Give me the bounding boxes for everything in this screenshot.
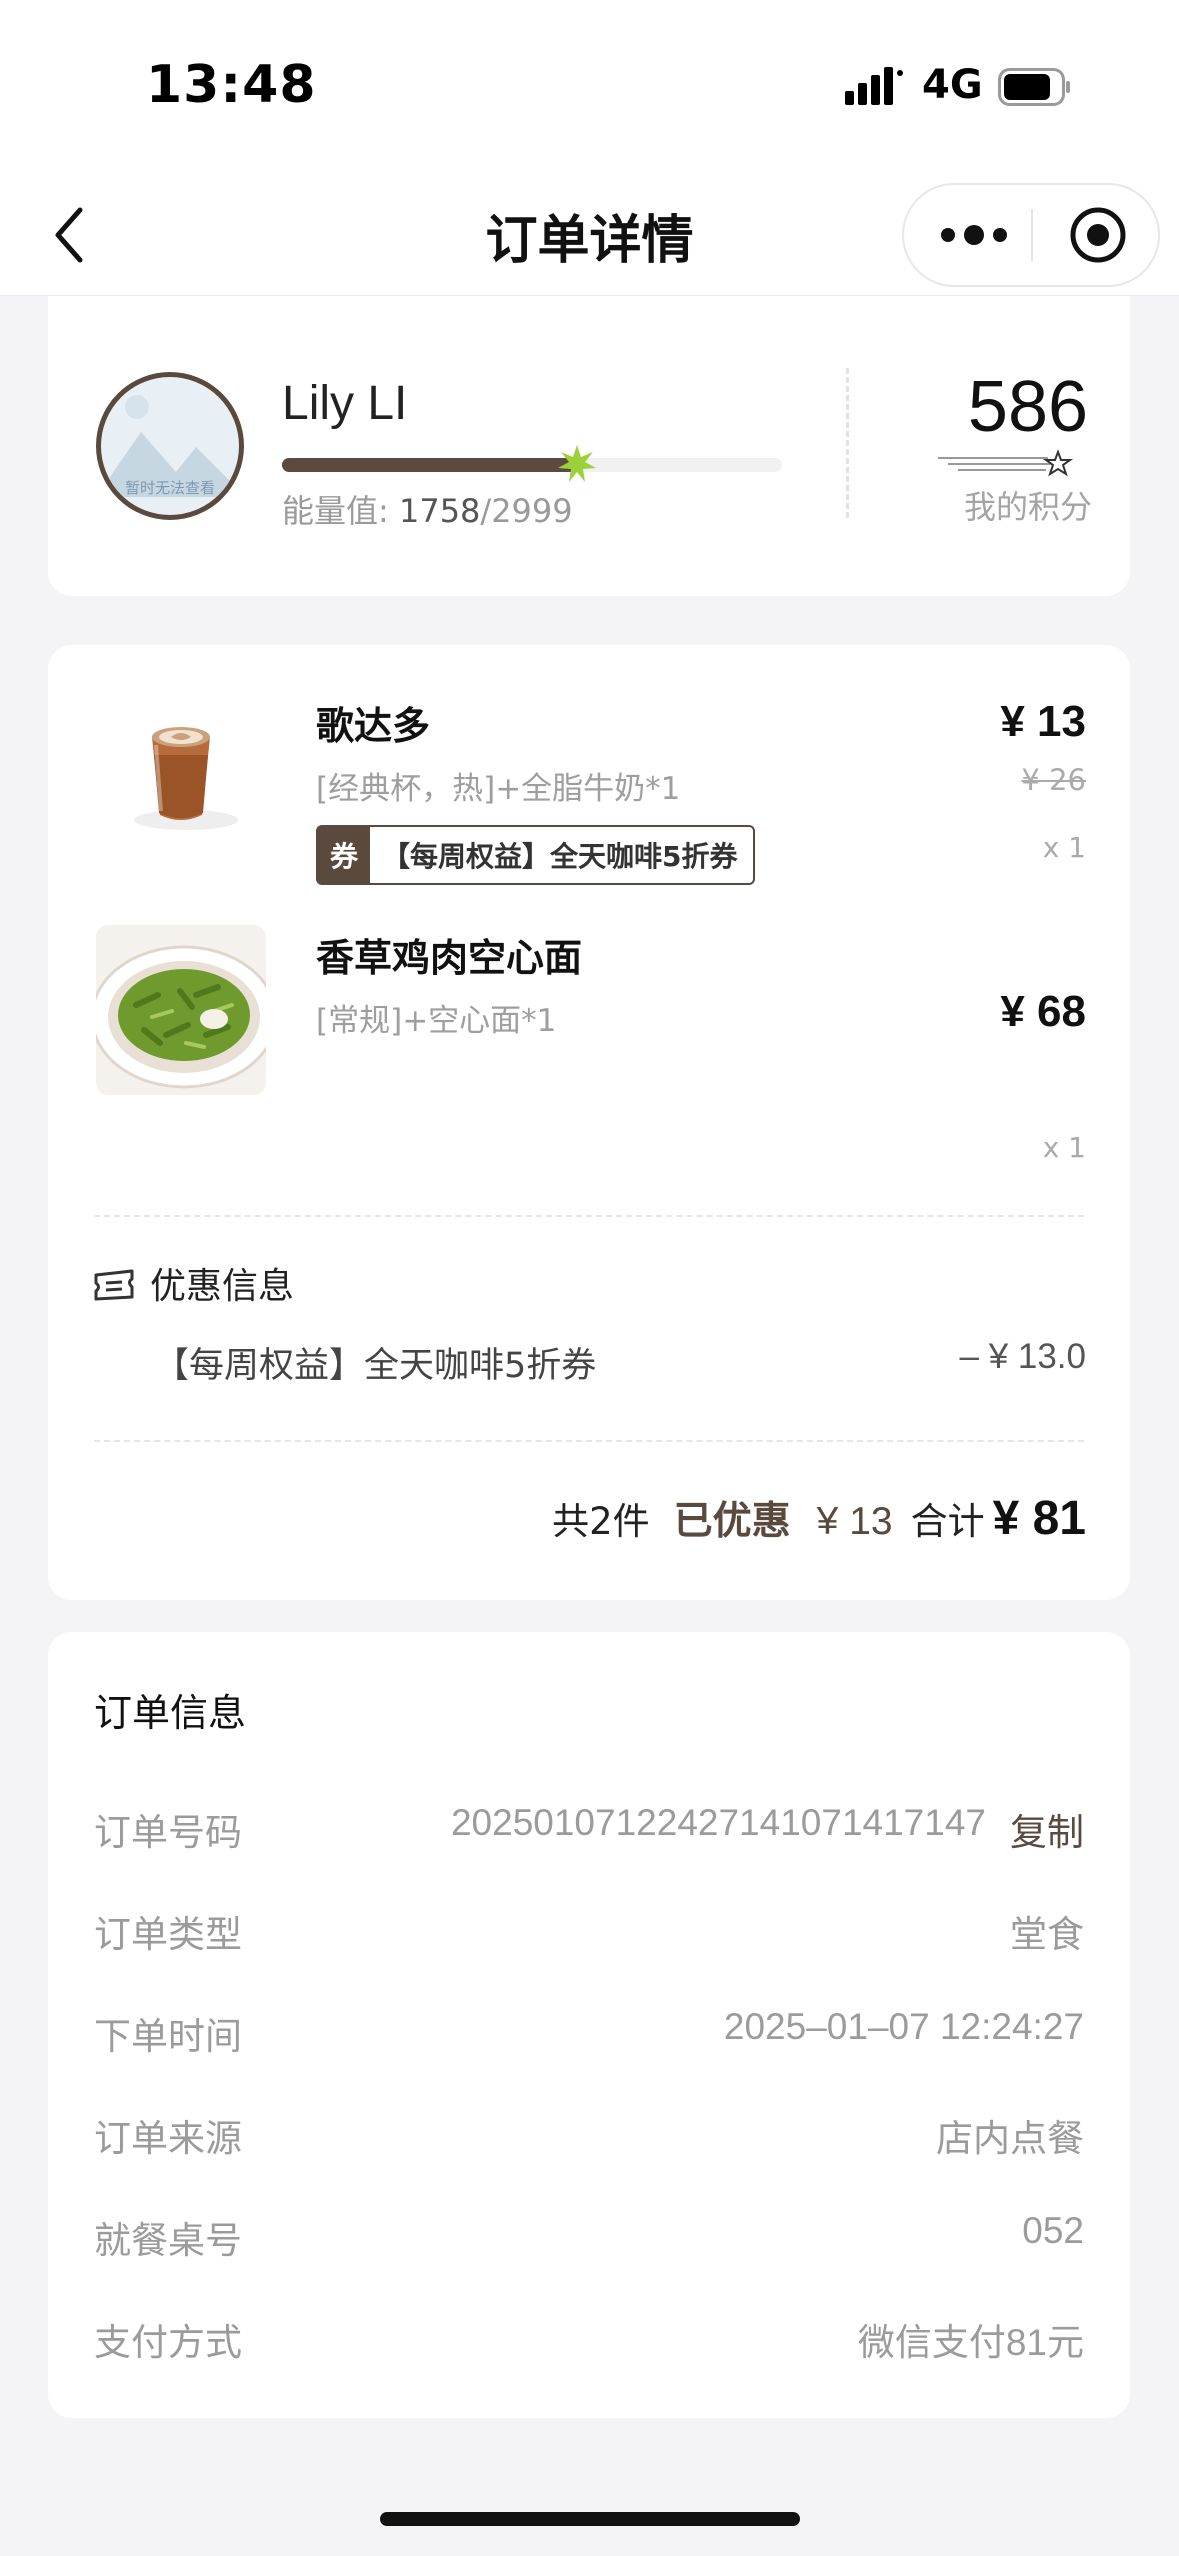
row-label: 下单时间 <box>94 2015 242 2058</box>
capsule-divider <box>1031 209 1033 261</box>
status-time: 13:48 <box>146 55 317 115</box>
product-name: 香草鸡肉空心面 <box>316 936 583 980</box>
member-card: 暂时无法查看 Lily LI 能量值: 1758/2999 586 我的积分 <box>48 296 1130 596</box>
total-value: ¥ 81 <box>992 1492 1086 1545</box>
order-type-row: 订单类型 堂食 <box>94 1904 1084 1956</box>
energy-progress-fill <box>282 458 577 472</box>
product-price: ¥ 68 <box>1000 987 1086 1036</box>
order-time-row: 下单时间 2025–01–07 12:24:27 <box>94 2006 1084 2058</box>
order-number-row: 订单号码 20250107122427141071417147 复制 <box>94 1802 1084 1854</box>
item-count: 共2件 <box>552 1500 650 1543</box>
table-number-row: 就餐桌号 052 <box>94 2210 1084 2262</box>
divider <box>94 1440 1084 1442</box>
more-icon[interactable] <box>934 207 1014 263</box>
product-spec: [经典杯，热]+全脂牛奶*1 <box>316 771 681 807</box>
order-source-row: 订单来源 店内点餐 <box>94 2108 1084 2160</box>
coupon-text: 【每周权益】全天咖啡5折券 <box>382 840 738 873</box>
row-value: 店内点餐 <box>936 2118 1084 2159</box>
product-quantity: x 1 <box>1042 831 1086 864</box>
home-indicator[interactable] <box>380 2512 800 2526</box>
order-info-card: 订单信息 订单号码 20250107122427141071417147 复制 … <box>48 1632 1130 2418</box>
coffee-product-image[interactable] <box>96 685 266 855</box>
coupon-badge: 券 【每周权益】全天咖啡5折券 <box>316 825 756 885</box>
order-summary: 共2件 已优惠 ¥ 13 合计 ¥ 81 <box>552 1490 1086 1546</box>
order-items-card: 歌达多 [经典杯，热]+全脂牛奶*1 券 【每周权益】全天咖啡5折券 ¥ 13 … <box>48 645 1130 1600</box>
payment-method-row: 支付方式 微信支付81元 <box>94 2312 1084 2364</box>
user-name: Lily LI <box>282 377 408 430</box>
order-info-title: 订单信息 <box>94 1691 247 1735</box>
order-number: 20250107122427141071417147 <box>450 1802 986 1843</box>
energy-current: 1758 <box>398 492 481 530</box>
divider <box>94 1215 1084 1217</box>
row-value: 052 <box>1022 2210 1084 2251</box>
divider <box>846 368 849 518</box>
product-quantity: x 1 <box>1042 1131 1086 1164</box>
status-bar: 13:48 4G <box>0 0 1179 170</box>
product-name: 歌达多 <box>316 704 431 748</box>
avatar[interactable]: 暂时无法查看 <box>96 372 244 520</box>
row-label: 订单类型 <box>94 1913 242 1956</box>
discount-title: 优惠信息 <box>150 1266 295 1307</box>
sparkle-star-icon <box>558 445 596 482</box>
product-original-price: ¥ 26 <box>1021 763 1086 797</box>
product-price: ¥ 13 <box>1000 697 1086 746</box>
points-label: 我的积分 <box>963 488 1092 526</box>
total-label: 合计 <box>910 1500 985 1543</box>
row-label: 就餐桌号 <box>94 2219 242 2262</box>
close-miniprogram-icon[interactable] <box>1066 203 1130 267</box>
energy-label: 能量值: 1758/2999 <box>282 492 573 530</box>
points-value[interactable]: 586 <box>928 366 1128 448</box>
avatar-placeholder-text: 暂时无法查看 <box>124 479 215 497</box>
product-spec: [常规]+空心面*1 <box>316 1003 557 1039</box>
ticket-icon <box>94 1269 134 1301</box>
row-label: 订单来源 <box>94 2117 242 2160</box>
coupon-tag: 券 <box>318 827 370 883</box>
energy-max: /2999 <box>480 492 573 530</box>
copy-button[interactable]: 复制 <box>1010 1802 1084 1856</box>
nav-bar: 订单详情 <box>0 170 1179 296</box>
signal-icon <box>845 67 903 105</box>
discounted-label: 已优惠 <box>673 1499 791 1544</box>
row-value: 微信支付81元 <box>857 2322 1084 2363</box>
row-value: 堂食 <box>1010 1914 1084 1955</box>
row-value: 2025–01–07 12:24:27 <box>723 2006 1084 2047</box>
battery-icon <box>998 68 1070 106</box>
discount-name: 【每周权益】全天咖啡5折券 <box>154 1346 597 1386</box>
discounted-value: ¥ 13 <box>816 1500 893 1543</box>
points-star-decoration-icon <box>938 449 1074 477</box>
pasta-product-image[interactable] <box>96 925 266 1095</box>
row-label: 支付方式 <box>94 2321 242 2364</box>
discount-amount: – ¥ 13.0 <box>959 1337 1087 1376</box>
network-type: 4G <box>922 62 983 108</box>
energy-progress-bar <box>282 445 782 482</box>
row-label: 订单号码 <box>94 1811 242 1854</box>
miniprogram-capsule <box>902 183 1160 287</box>
